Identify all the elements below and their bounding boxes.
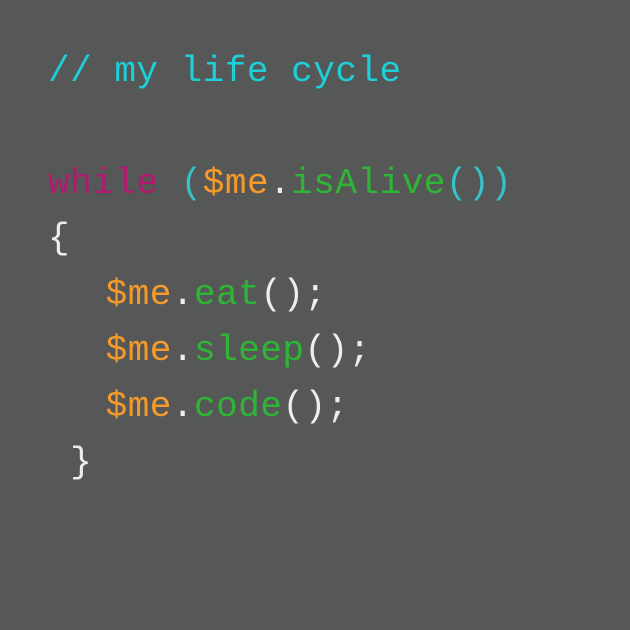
dot: . xyxy=(269,163,291,204)
comment-slashes: // xyxy=(48,51,114,92)
variable-me: $me xyxy=(106,386,172,427)
dot: . xyxy=(172,386,194,427)
variable-me: $me xyxy=(106,330,172,371)
method-isalive: isAlive xyxy=(291,163,446,204)
space xyxy=(48,442,70,483)
comment-line: // my life cycle xyxy=(48,44,582,100)
paren-open: ( xyxy=(181,163,203,204)
paren-open: ( xyxy=(305,330,327,371)
method-sleep: sleep xyxy=(194,330,305,371)
eat-line: $me.eat(); xyxy=(48,267,582,323)
variable-me: $me xyxy=(106,274,172,315)
dot: . xyxy=(172,330,194,371)
while-line: while ($me.isAlive()) xyxy=(48,156,582,212)
paren-open: ( xyxy=(282,386,304,427)
paren-open-inner: ( xyxy=(446,163,468,204)
code-block: // my life cycle while ($me.isAlive()) {… xyxy=(48,44,582,490)
blank-line xyxy=(48,100,582,156)
paren-open: ( xyxy=(260,274,282,315)
code-line-method: $me.code(); xyxy=(48,379,582,435)
keyword-while: while xyxy=(48,163,159,204)
method-code: code xyxy=(194,386,282,427)
paren-close: ) xyxy=(282,274,304,315)
semicolon: ; xyxy=(305,274,327,315)
paren-close: ) xyxy=(490,163,512,204)
semicolon: ; xyxy=(349,330,371,371)
paren-close-inner: ) xyxy=(468,163,490,204)
comment-text: my life cycle xyxy=(114,51,401,92)
paren-close: ) xyxy=(327,330,349,371)
paren-close: ) xyxy=(305,386,327,427)
space xyxy=(159,163,181,204)
brace-open: { xyxy=(48,218,70,259)
brace-close: } xyxy=(70,442,92,483)
variable-me: $me xyxy=(203,163,269,204)
brace-open-line: { xyxy=(48,211,582,267)
sleep-line: $me.sleep(); xyxy=(48,323,582,379)
method-eat: eat xyxy=(194,274,260,315)
dot: . xyxy=(172,274,194,315)
brace-close-line: } xyxy=(48,435,582,491)
semicolon: ; xyxy=(327,386,349,427)
